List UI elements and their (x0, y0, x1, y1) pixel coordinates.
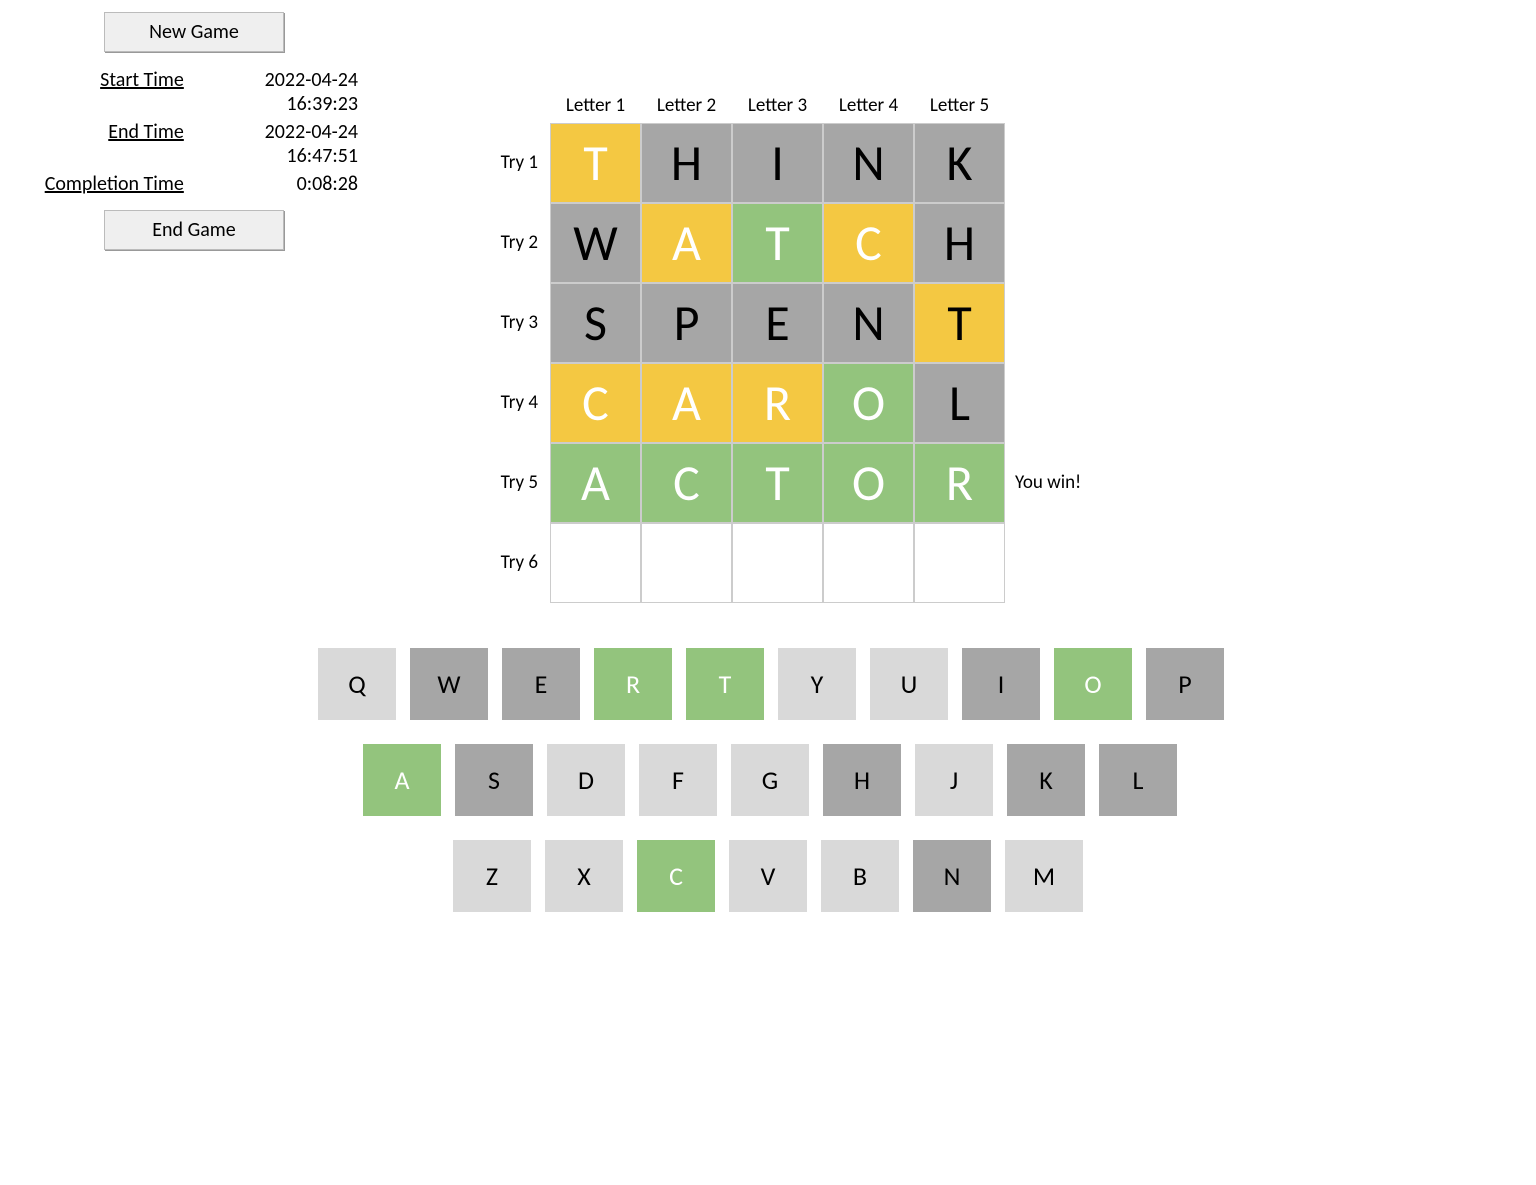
row-label: Try 4 (472, 363, 550, 443)
letter-cell[interactable]: R (914, 443, 1005, 523)
key-x[interactable]: X (545, 840, 623, 912)
letter-cell[interactable]: H (641, 123, 732, 203)
letter-cell[interactable] (914, 523, 1005, 603)
letter-cell[interactable]: H (914, 203, 1005, 283)
letter-cell[interactable]: T (914, 283, 1005, 363)
completion-time-label: Completion Time (24, 172, 184, 196)
key-k[interactable]: K (1007, 744, 1085, 816)
letter-cell[interactable]: A (641, 363, 732, 443)
key-u[interactable]: U (870, 648, 948, 720)
key-f[interactable]: F (639, 744, 717, 816)
info-panel: New Game Start Time 2022-04-24 16:39:23 … (24, 12, 364, 250)
key-p[interactable]: P (1146, 648, 1224, 720)
letter-cell[interactable]: W (550, 203, 641, 283)
key-y[interactable]: Y (778, 648, 856, 720)
key-d[interactable]: D (547, 744, 625, 816)
letter-cell[interactable]: A (550, 443, 641, 523)
letter-cell[interactable]: L (914, 363, 1005, 443)
end-time-value: 2022-04-24 16:47:51 (204, 120, 364, 168)
letter-cell[interactable] (550, 523, 641, 603)
row-label: Try 3 (472, 283, 550, 363)
key-e[interactable]: E (502, 648, 580, 720)
letter-cell[interactable] (641, 523, 732, 603)
letter-cell[interactable]: O (823, 363, 914, 443)
key-o[interactable]: O (1054, 648, 1132, 720)
letter-cell[interactable]: R (732, 363, 823, 443)
letter-cell[interactable]: N (823, 123, 914, 203)
times-block: Start Time 2022-04-24 16:39:23 End Time … (24, 68, 364, 196)
guess-row: Try 2WATCH (472, 203, 1081, 283)
guess-rows: Try 1THINKTry 2WATCHTry 3SPENTTry 4CAROL… (472, 123, 1081, 603)
column-header: Letter 3 (732, 94, 823, 117)
letter-cell[interactable]: P (641, 283, 732, 363)
row-label: Try 6 (472, 523, 550, 603)
letter-cell[interactable]: A (641, 203, 732, 283)
key-v[interactable]: V (729, 840, 807, 912)
key-z[interactable]: Z (453, 840, 531, 912)
guess-row: Try 4CAROL (472, 363, 1081, 443)
key-c[interactable]: C (637, 840, 715, 912)
key-r[interactable]: R (594, 648, 672, 720)
letter-cell[interactable]: C (641, 443, 732, 523)
key-q[interactable]: Q (318, 648, 396, 720)
key-j[interactable]: J (915, 744, 993, 816)
key-t[interactable]: T (686, 648, 764, 720)
letter-cell[interactable]: C (823, 203, 914, 283)
letter-cell[interactable] (732, 523, 823, 603)
key-a[interactable]: A (363, 744, 441, 816)
completion-time-value: 0:08:28 (204, 172, 364, 196)
end-time-label: End Time (24, 120, 184, 144)
guess-row: Try 6 (472, 523, 1081, 603)
key-m[interactable]: M (1005, 840, 1083, 912)
keyboard-row: ASDFGHJKL (363, 744, 1238, 816)
row-label: Try 1 (472, 123, 550, 203)
key-b[interactable]: B (821, 840, 899, 912)
end-game-button[interactable]: End Game (104, 210, 284, 250)
key-s[interactable]: S (455, 744, 533, 816)
column-header: Letter 5 (914, 94, 1005, 117)
guess-row: Try 1THINK (472, 123, 1081, 203)
letter-cell[interactable]: T (732, 203, 823, 283)
letter-cell[interactable] (823, 523, 914, 603)
letter-cell[interactable]: S (550, 283, 641, 363)
letter-cell[interactable]: C (550, 363, 641, 443)
column-header: Letter 1 (550, 94, 641, 117)
row-label: Try 5 (472, 443, 550, 523)
letter-cell[interactable]: E (732, 283, 823, 363)
key-l[interactable]: L (1099, 744, 1177, 816)
letter-cell[interactable]: N (823, 283, 914, 363)
column-headers: Letter 1Letter 2Letter 3Letter 4Letter 5 (550, 94, 1081, 117)
new-game-button[interactable]: New Game (104, 12, 284, 52)
letter-cell[interactable]: T (550, 123, 641, 203)
key-g[interactable]: G (731, 744, 809, 816)
keyboard-row: ZXCVBNM (453, 840, 1238, 912)
keyboard-row: QWERTYUIOP (318, 648, 1238, 720)
key-i[interactable]: I (962, 648, 1040, 720)
letter-cell[interactable]: K (914, 123, 1005, 203)
game-board: Letter 1Letter 2Letter 3Letter 4Letter 5… (472, 94, 1081, 603)
start-time-value: 2022-04-24 16:39:23 (204, 68, 364, 116)
guess-row: Try 5ACTORYou win! (472, 443, 1081, 523)
row-label: Try 2 (472, 203, 550, 283)
column-header: Letter 2 (641, 94, 732, 117)
key-w[interactable]: W (410, 648, 488, 720)
guess-row: Try 3SPENT (472, 283, 1081, 363)
key-n[interactable]: N (913, 840, 991, 912)
letter-cell[interactable]: O (823, 443, 914, 523)
start-time-label: Start Time (24, 68, 184, 92)
row-message: You win! (1005, 443, 1081, 523)
letter-cell[interactable]: I (732, 123, 823, 203)
letter-cell[interactable]: T (732, 443, 823, 523)
keyboard: QWERTYUIOP ASDFGHJKL ZXCVBNM (318, 648, 1238, 936)
column-header: Letter 4 (823, 94, 914, 117)
key-h[interactable]: H (823, 744, 901, 816)
